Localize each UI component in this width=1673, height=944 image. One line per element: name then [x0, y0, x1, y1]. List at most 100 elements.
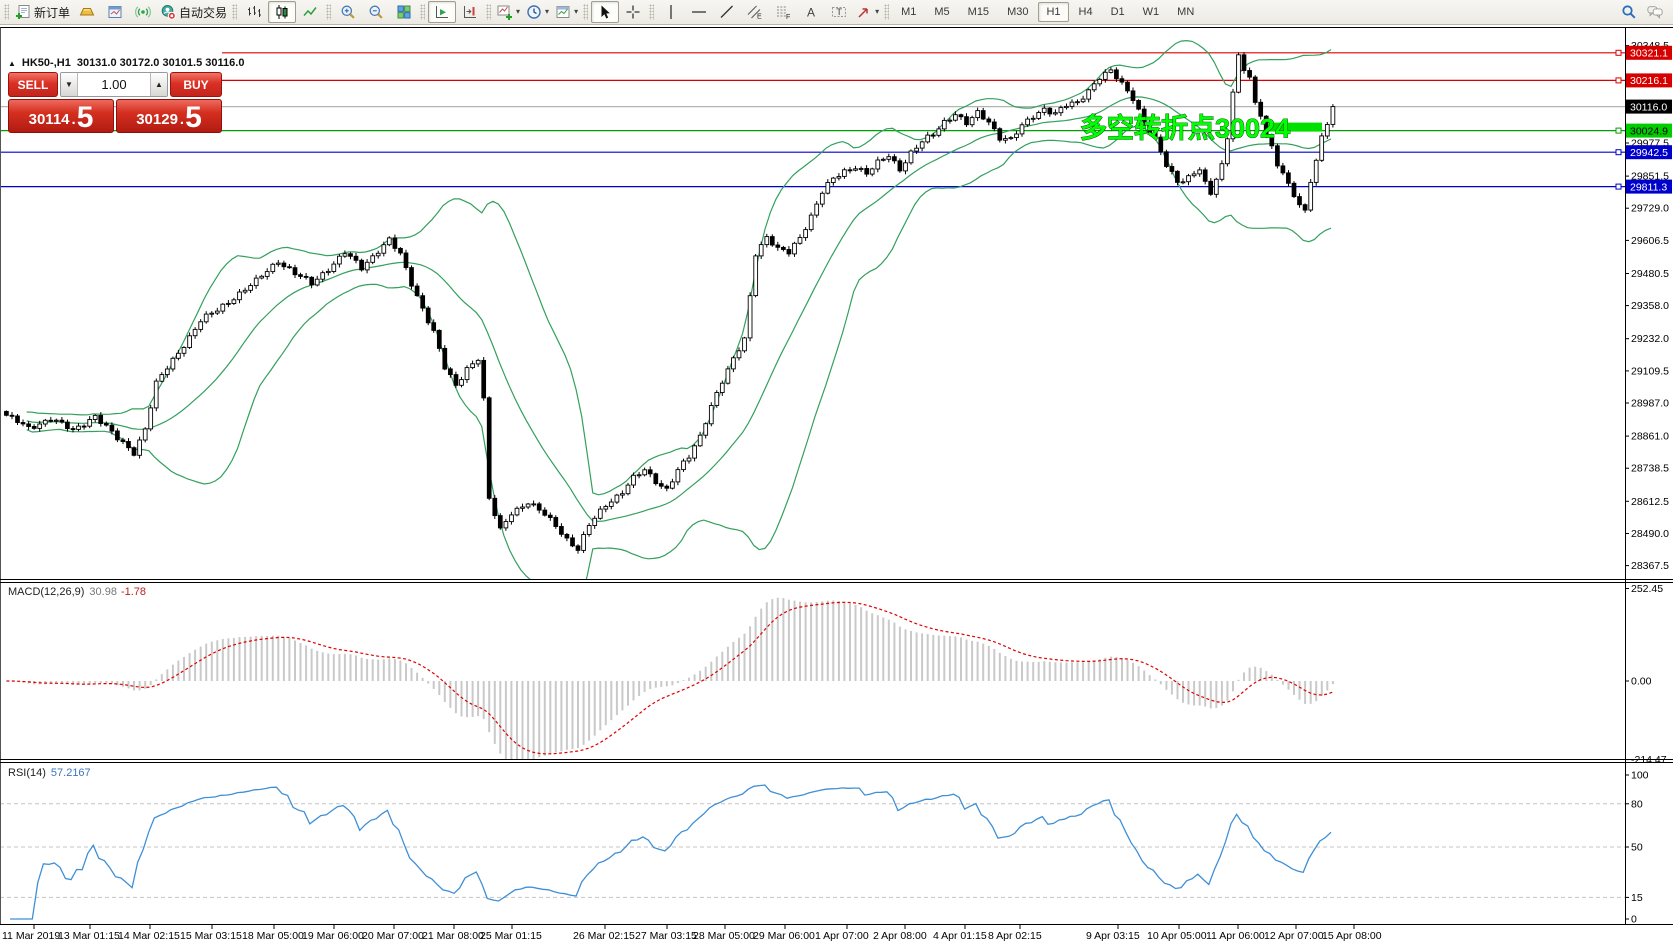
svg-text:30024.9: 30024.9 — [1630, 125, 1668, 137]
trendline-button[interactable] — [713, 1, 741, 23]
label-button[interactable]: T — [825, 1, 853, 23]
price-axis-label-30321.1: 30321.1 — [1626, 46, 1672, 60]
timeframe-w1-button[interactable]: W1 — [1135, 2, 1168, 22]
price-axis-label-30116.0: 30116.0 — [1626, 100, 1672, 114]
auto-scroll-button[interactable] — [428, 1, 456, 23]
zoom-out-button[interactable] — [362, 1, 390, 23]
svg-text:13 Mar 01:15: 13 Mar 01:15 — [58, 930, 120, 942]
hline-anchor-handle[interactable] — [1616, 128, 1621, 133]
vline-button[interactable] — [657, 1, 685, 23]
sell-button[interactable]: SELL — [8, 72, 58, 97]
sell-price-button[interactable]: 30114 . 5 — [8, 99, 114, 133]
hline-icon — [691, 4, 707, 20]
toolbar-grip — [232, 4, 237, 20]
bar-chart-button[interactable] — [240, 1, 268, 23]
signals-button[interactable] — [129, 1, 157, 23]
indicators-button[interactable]: ▾ — [494, 1, 523, 23]
vline-icon — [663, 4, 679, 20]
svg-text:29109.5: 29109.5 — [1631, 365, 1669, 377]
tile-windows-button[interactable] — [390, 1, 418, 23]
chat-icon[interactable] — [1647, 4, 1663, 20]
gold-icon — [79, 4, 95, 20]
svg-text:14 Mar 02:15: 14 Mar 02:15 — [118, 930, 180, 942]
chevron-down-icon[interactable]: ▾ — [574, 8, 578, 16]
crosshair-button[interactable] — [619, 1, 647, 23]
toolbar-grip — [583, 4, 588, 20]
buy-price-dec: 5 — [185, 105, 202, 131]
gold-button[interactable] — [73, 1, 101, 23]
line-chart-icon — [302, 4, 318, 20]
label-icon: T — [831, 4, 847, 20]
autotrading-button[interactable]: 自动交易 — [157, 1, 230, 23]
hline-anchor-handle[interactable] — [1616, 184, 1621, 189]
cursor-button[interactable] — [591, 1, 619, 23]
timeframe-h4-button[interactable]: H4 — [1071, 2, 1101, 22]
annotation-text[interactable]: 多空转折点30024 — [1080, 113, 1290, 144]
chart-window[interactable]: 多空转折点3002430348.530226.030103.529977.529… — [0, 26, 1673, 944]
new-order-button[interactable]: 新订单 — [12, 1, 73, 23]
timeframe-m1-button[interactable]: M1 — [893, 2, 924, 22]
hline-anchor-handle[interactable] — [1616, 150, 1621, 155]
timeframe-mn-button[interactable]: MN — [1169, 2, 1202, 22]
svg-text:28 Mar 05:00: 28 Mar 05:00 — [693, 930, 755, 942]
text-button[interactable]: A — [797, 1, 825, 23]
chart-ohlc-values: 30131.0 30172.0 30101.5 30116.0 — [77, 57, 245, 69]
line-chart-button[interactable] — [296, 1, 324, 23]
hline-anchor-handle[interactable] — [1616, 78, 1621, 83]
rsi-indicator-label: RSI(14)57.2167 — [8, 767, 91, 779]
arrows-button[interactable]: ▾ — [853, 1, 882, 23]
macd-signal-value: -1.78 — [121, 586, 146, 598]
chevron-down-icon[interactable]: ▾ — [516, 8, 520, 16]
periods-button[interactable]: ▾ — [523, 1, 552, 23]
svg-text:19 Mar 06:00: 19 Mar 06:00 — [302, 930, 364, 942]
toolbar-right-icons — [1621, 4, 1671, 20]
svg-text:29942.5: 29942.5 — [1630, 147, 1668, 159]
channel-button[interactable]: E — [741, 1, 769, 23]
hline-anchor-handle[interactable] — [1616, 50, 1621, 55]
svg-text:28367.5: 28367.5 — [1631, 560, 1669, 572]
svg-text:15 Mar 03:15: 15 Mar 03:15 — [180, 930, 242, 942]
macd-indicator-label: MACD(12,26,9)30.98-1.78 — [8, 586, 146, 598]
timeframe-m30-button[interactable]: M30 — [999, 2, 1036, 22]
buy-button[interactable]: BUY — [170, 72, 222, 97]
toolbar-grip — [326, 4, 331, 20]
candlestick-button[interactable] — [268, 1, 296, 23]
zoom-in-button[interactable] — [334, 1, 362, 23]
sell-price-int: 30114 — [29, 112, 70, 127]
volume-input[interactable]: 1.00 — [78, 73, 150, 96]
volume-decrease-button[interactable]: ▼ — [61, 73, 78, 96]
macd-value: 30.98 — [89, 586, 117, 598]
svg-text:0.00: 0.00 — [1631, 676, 1652, 688]
volume-increase-button[interactable]: ▲ — [150, 73, 167, 96]
svg-text:29606.5: 29606.5 — [1631, 235, 1669, 247]
chart-symbol-label: HK50-,H1 — [22, 57, 71, 69]
market-watch-button[interactable] — [101, 1, 129, 23]
chart-shift-button[interactable] — [456, 1, 484, 23]
chart-svg[interactable]: 多空转折点3002430348.530226.030103.529977.529… — [0, 26, 1673, 944]
timeframe-m5-button[interactable]: M5 — [926, 2, 957, 22]
toolbar-grip — [649, 4, 654, 20]
cursor-icon — [597, 4, 613, 20]
chevron-down-icon[interactable]: ▾ — [545, 8, 549, 16]
svg-text:28738.5: 28738.5 — [1631, 463, 1669, 475]
arrows-icon — [856, 4, 872, 20]
svg-text:29358.0: 29358.0 — [1631, 300, 1669, 312]
indicators-icon — [497, 4, 513, 20]
search-icon[interactable] — [1621, 4, 1637, 20]
buy-price-button[interactable]: 30129 . 5 — [116, 99, 222, 133]
periods-icon — [526, 4, 542, 20]
svg-text:25 Mar 01:15: 25 Mar 01:15 — [480, 930, 542, 942]
timeframe-h1-button[interactable]: H1 — [1038, 2, 1068, 22]
hline-button[interactable] — [685, 1, 713, 23]
chevron-down-icon[interactable]: ▾ — [875, 8, 879, 16]
svg-text:11 Apr 06:00: 11 Apr 06:00 — [1206, 930, 1265, 942]
svg-text:30116.0: 30116.0 — [1630, 101, 1667, 113]
templates-button[interactable]: ▾ — [552, 1, 581, 23]
timeframe-d1-button[interactable]: D1 — [1103, 2, 1133, 22]
timeframe-m15-button[interactable]: M15 — [960, 2, 997, 22]
svg-text:18 Mar 05:00: 18 Mar 05:00 — [242, 930, 304, 942]
fibonacci-button[interactable]: F — [769, 1, 797, 23]
svg-text:28612.5: 28612.5 — [1631, 496, 1669, 508]
svg-text:2 Apr 08:00: 2 Apr 08:00 — [873, 930, 927, 942]
svg-text:9 Apr 03:15: 9 Apr 03:15 — [1086, 930, 1140, 942]
